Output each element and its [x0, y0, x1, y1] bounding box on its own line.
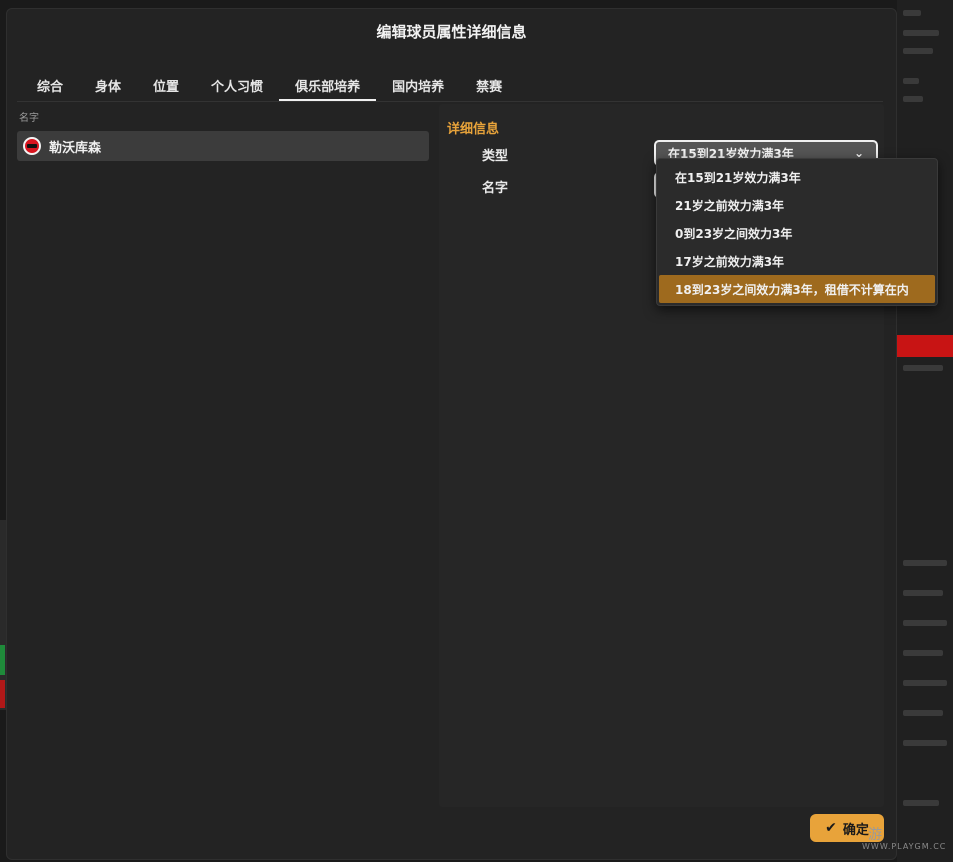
watermark-logo: 游	[868, 827, 888, 843]
background-green-marker	[0, 645, 5, 675]
list-item[interactable]: 勒沃库森	[17, 131, 429, 161]
background-red-marker	[0, 680, 5, 708]
tab-bar: 综合 身体 位置 个人习惯 俱乐部培养 国内培养 禁赛	[21, 69, 518, 102]
type-label: 类型	[482, 149, 509, 164]
tab-nation-trained[interactable]: 国内培养	[376, 69, 460, 101]
club-list-panel: 名字 勒沃库森 增加 去除 复制 清除	[17, 107, 433, 807]
watermark-url: WWW.PLAYGM.CC	[862, 842, 947, 851]
background-app-strip	[897, 0, 953, 862]
dialog-title: 编辑球员属性详细信息	[376, 23, 527, 41]
tab-club-trained[interactable]: 俱乐部培养	[279, 69, 377, 102]
details-section-title: 详细信息	[447, 122, 500, 137]
tab-physical[interactable]: 身体	[79, 69, 137, 101]
name-column-header: 名字	[19, 113, 39, 124]
confirm-label: 确定	[842, 822, 869, 838]
dropdown-option[interactable]: 0到23岁之间效力3年	[659, 219, 935, 247]
checkmark-icon: ✔	[825, 820, 837, 836]
tab-bans[interactable]: 禁赛	[460, 69, 518, 101]
name-label: 名字	[482, 181, 509, 196]
tab-general[interactable]: 综合	[21, 69, 79, 101]
dropdown-option-highlighted[interactable]: 18到23岁之间效力满3年，租借不计算在内	[659, 275, 935, 303]
dropdown-option[interactable]: 在15到21岁效力满3年	[659, 163, 935, 191]
type-dropdown-menu: 在15到21岁效力满3年 21岁之前效力满3年 0到23岁之间效力3年 17岁之…	[656, 158, 938, 306]
edit-player-attributes-dialog: 编辑球员属性详细信息 综合 身体 位置 个人习惯 俱乐部培养 国内培养 禁赛 名…	[6, 8, 897, 860]
tabs-divider	[17, 101, 883, 102]
background-red-bar	[897, 335, 953, 357]
tab-personal-habits[interactable]: 个人习惯	[195, 69, 279, 101]
tab-positions[interactable]: 位置	[137, 69, 195, 101]
club-crest-icon	[23, 137, 41, 155]
dropdown-option[interactable]: 21岁之前效力满3年	[659, 191, 935, 219]
dropdown-option[interactable]: 17岁之前效力满3年	[659, 247, 935, 275]
list-item-label: 勒沃库森	[49, 140, 102, 156]
